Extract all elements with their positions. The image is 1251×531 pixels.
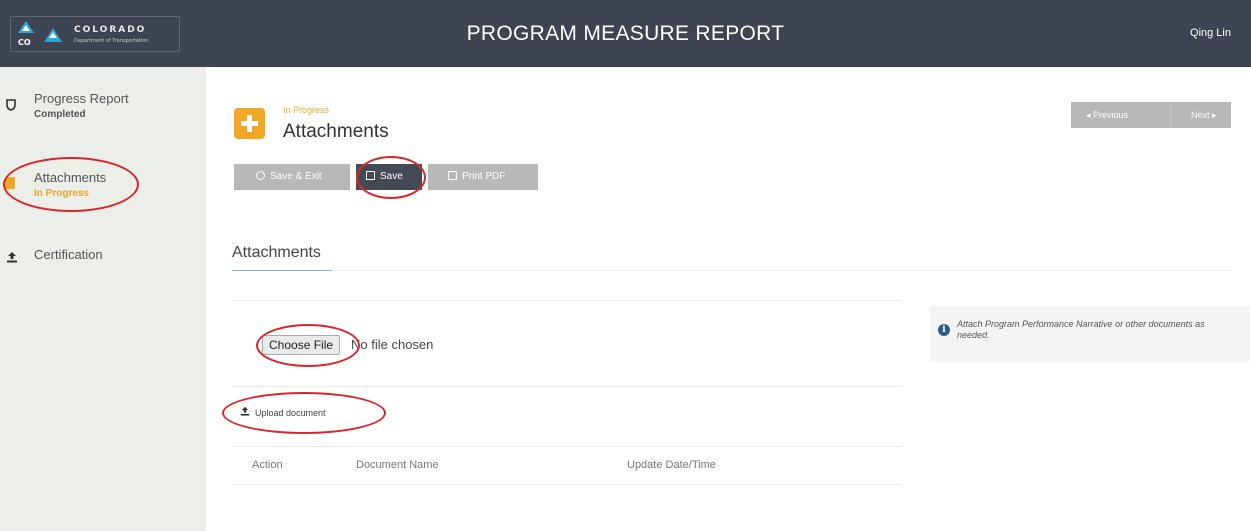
shield-icon [6, 99, 18, 111]
page-status: In Progress [283, 105, 330, 115]
save-label: Save [380, 171, 403, 182]
info-box: i Attach Program Performance Narrative o… [930, 306, 1250, 362]
info-text: Attach Program Performance Narrative or … [957, 319, 1205, 340]
upload-document-link[interactable]: Upload document [240, 406, 326, 419]
file-status: No file chosen [351, 337, 434, 352]
upload-icon [6, 251, 18, 263]
sidebar-item-attachments[interactable]: Attachments In Progress [0, 170, 206, 210]
pager: ◂ Previous Next ▸ [1071, 102, 1231, 128]
sidebar-item-label: Attachments [34, 170, 107, 185]
print-pdf-label: Print PDF [462, 171, 506, 182]
file-upload-panel: Choose File No file chosen [232, 300, 902, 387]
page-title: Attachments [283, 121, 389, 142]
document-icon [5, 177, 15, 189]
section-title-underline [232, 270, 332, 271]
sidebar-item-label: Progress Report [34, 91, 129, 106]
app-title: PROGRAM MEASURE REPORT [466, 22, 785, 45]
info-icon: i [938, 324, 950, 336]
previous-button[interactable]: ◂ Previous [1086, 110, 1128, 121]
save-and-exit-button[interactable]: Save & Exit [234, 164, 350, 190]
column-header-update-date-time: Update Date/Time [627, 459, 716, 471]
sidebar-item-certification[interactable]: Certification [0, 247, 206, 271]
user-menu[interactable]: Qing Lin [1190, 27, 1231, 39]
sidebar-item-status: Completed [34, 109, 86, 120]
print-pdf-button[interactable]: Print PDF [428, 164, 538, 190]
save-button[interactable]: Save [356, 164, 422, 190]
sidebar-item-label: Certification [34, 247, 103, 262]
sidebar: Progress Report Completed Attachments In… [0, 67, 206, 531]
section-title: Attachments [232, 244, 321, 261]
documents-table-header: Action Document Name Update Date/Time [232, 446, 902, 485]
column-header-document-name: Document Name [356, 459, 439, 471]
column-header-action: Action [252, 459, 283, 471]
exit-icon [256, 171, 265, 180]
checkbox-icon [366, 171, 375, 180]
upload-icon [240, 406, 250, 419]
plus-icon [234, 108, 265, 139]
section-divider [232, 270, 1232, 271]
pager-divider [1170, 102, 1171, 128]
choose-file-button[interactable]: Choose File [262, 335, 341, 355]
sidebar-item-status: In Progress [34, 188, 90, 199]
top-bar: CO COLORADO Department of Transportation… [0, 0, 1251, 67]
upload-document-label: Upload document [255, 408, 326, 418]
pdf-icon [448, 171, 457, 180]
next-button[interactable]: Next ▸ [1191, 110, 1217, 121]
save-and-exit-label: Save & Exit [270, 171, 322, 182]
sidebar-item-progress-report[interactable]: Progress Report Completed [0, 89, 206, 129]
